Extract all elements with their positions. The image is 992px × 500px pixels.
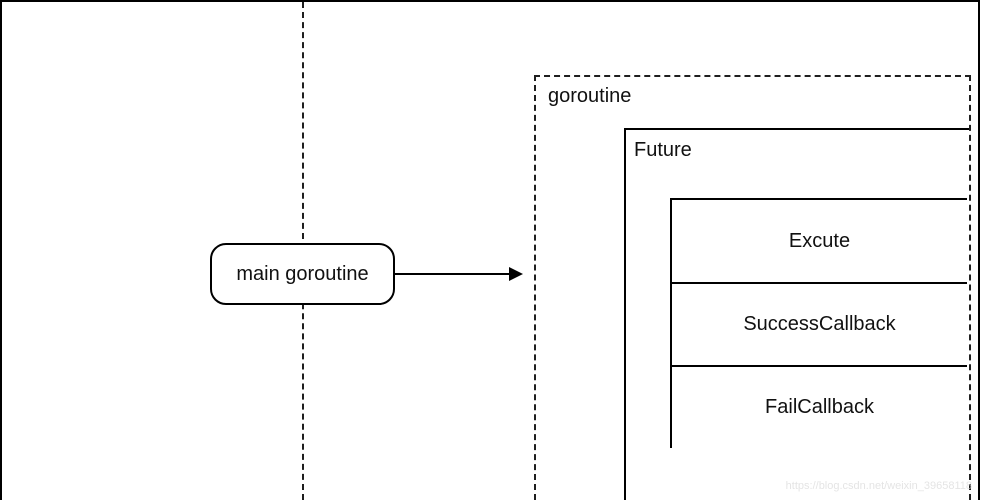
fail-callback-cell: FailCallback	[670, 365, 967, 448]
execute-cell: Excute	[670, 198, 967, 282]
fail-callback-label: FailCallback	[765, 396, 874, 419]
success-callback-cell: SuccessCallback	[670, 282, 967, 365]
watermark-text: https://blog.csdn.net/weixin_39658118	[786, 480, 972, 492]
execute-label: Excute	[789, 230, 850, 253]
future-label: Future	[634, 139, 692, 162]
callback-stack: Excute SuccessCallback FailCallback	[670, 198, 967, 448]
main-goroutine-box: main goroutine	[210, 243, 395, 305]
arrow-to-goroutine	[395, 273, 521, 275]
main-goroutine-label: main goroutine	[236, 263, 368, 286]
goroutine-label: goroutine	[548, 85, 631, 108]
success-callback-label: SuccessCallback	[743, 313, 895, 336]
